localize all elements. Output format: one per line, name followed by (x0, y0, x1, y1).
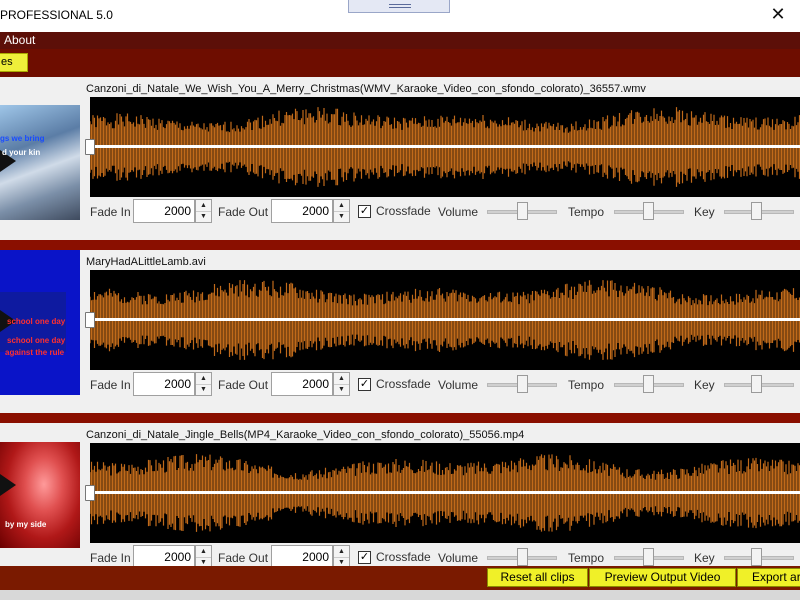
window-title: PROFESSIONAL 5.0 (0, 8, 113, 22)
key-slider-thumb[interactable] (751, 548, 762, 566)
key-label: Key (694, 551, 715, 565)
thumb-lyric: school one day (7, 336, 66, 345)
fade-in-stepper[interactable]: ▲ ▼ (195, 545, 212, 566)
volume-slider-thumb[interactable] (517, 548, 528, 566)
crossfade-label: Crossfade (376, 377, 431, 391)
tempo-label: Tempo (568, 205, 605, 219)
thumb-lyric: school one day (7, 317, 66, 326)
reset-all-clips-button[interactable]: Reset all clips (487, 568, 588, 587)
crossfade-checkbox[interactable]: ✓ (358, 551, 371, 564)
waveform[interactable] (90, 97, 800, 197)
stepper-down-icon[interactable]: ▼ (334, 557, 349, 566)
fade-out-stepper[interactable]: ▲ ▼ (333, 545, 350, 566)
fade-out-label: Fade Out (218, 551, 269, 565)
fade-out-input[interactable]: 2000 (271, 199, 333, 223)
stepper-down-icon[interactable]: ▼ (334, 384, 349, 395)
fade-out-stepper[interactable]: ▲ ▼ (333, 372, 350, 396)
status-strip (0, 590, 800, 600)
key-slider-thumb[interactable] (751, 202, 762, 220)
crossfade-label: Crossfade (376, 204, 431, 218)
stepper-down-icon[interactable]: ▼ (196, 557, 211, 566)
crossfade-checkbox[interactable]: ✓ (358, 205, 371, 218)
clip-filename: Canzoni_di_Natale_We_Wish_You_A_Merry_Ch… (86, 83, 646, 95)
waveform[interactable] (90, 443, 800, 543)
tempo-label: Tempo (568, 551, 605, 565)
title-bar: PROFESSIONAL 5.0 ✕ (0, 0, 800, 32)
playhead-handle[interactable] (85, 485, 95, 501)
tempo-label: Tempo (568, 378, 605, 392)
clip-thumbnail[interactable]: school one day school one day against th… (0, 250, 80, 395)
thumb-lyric: against the rule (5, 348, 65, 357)
playhead-handle[interactable] (85, 139, 95, 155)
drag-handle[interactable] (348, 0, 450, 13)
close-icon[interactable]: ✕ (768, 4, 788, 24)
fade-in-stepper[interactable]: ▲ ▼ (195, 199, 212, 223)
crossfade-label: Crossfade (376, 550, 431, 564)
stepper-down-icon[interactable]: ▼ (196, 211, 211, 222)
waveform-graphic (90, 107, 800, 187)
tempo-slider-thumb[interactable] (643, 548, 654, 566)
clip-item: Canzoni_di_Natale_We_Wish_You_A_Merry_Ch… (0, 77, 800, 240)
key-label: Key (694, 378, 715, 392)
menu-item-about[interactable]: About (4, 33, 35, 47)
fade-out-input[interactable]: 2000 (271, 372, 333, 396)
menu-bar: About (0, 32, 800, 49)
thumb-lyric: gs we bring (0, 134, 45, 143)
stepper-down-icon[interactable]: ▼ (196, 384, 211, 395)
playhead-handle[interactable] (85, 312, 95, 328)
key-label: Key (694, 205, 715, 219)
fade-out-label: Fade Out (218, 205, 269, 219)
waveform-graphic (90, 280, 800, 360)
clip-divider (0, 240, 800, 250)
fade-out-label: Fade Out (218, 378, 269, 392)
volume-label: Volume (438, 378, 479, 392)
thumb-lyric: by my side (5, 520, 47, 529)
fade-out-stepper[interactable]: ▲ ▼ (333, 199, 350, 223)
clip-thumbnail[interactable]: by my side (0, 442, 80, 548)
fade-in-label: Fade In (90, 551, 131, 565)
clip-divider (0, 413, 800, 423)
clip-filename: Canzoni_di_Natale_Jingle_Bells(MP4_Karao… (86, 429, 525, 441)
volume-label: Volume (438, 551, 479, 565)
volume-slider-thumb[interactable] (517, 202, 528, 220)
volume-label: Volume (438, 205, 479, 219)
toolbar-button[interactable]: es (0, 53, 28, 72)
play-icon (0, 474, 16, 496)
preview-output-video-button[interactable]: Preview Output Video (589, 568, 736, 587)
waveform-graphic (90, 454, 800, 532)
volume-slider-thumb[interactable] (517, 375, 528, 393)
fade-in-input[interactable]: 2000 (133, 372, 195, 396)
clip-item: MaryHadALittleLamb.avi school one day sc… (0, 250, 800, 413)
key-slider-thumb[interactable] (751, 375, 762, 393)
toolbar: es (0, 49, 800, 77)
action-bar: Reset all clips Preview Output Video Exp… (0, 566, 800, 590)
thumb-lyric: d your kin (2, 148, 41, 157)
fade-out-input[interactable]: 2000 (271, 545, 333, 566)
waveform[interactable] (90, 270, 800, 370)
fade-in-stepper[interactable]: ▲ ▼ (195, 372, 212, 396)
clip-item: Canzoni_di_Natale_Jingle_Bells(MP4_Karao… (0, 423, 800, 566)
fade-in-input[interactable]: 2000 (133, 199, 195, 223)
export-button[interactable]: Export ar (737, 568, 800, 587)
crossfade-checkbox[interactable]: ✓ (358, 378, 371, 391)
clip-list[interactable]: Canzoni_di_Natale_We_Wish_You_A_Merry_Ch… (0, 77, 800, 566)
tempo-slider-thumb[interactable] (643, 375, 654, 393)
fade-in-label: Fade In (90, 205, 131, 219)
fade-in-label: Fade In (90, 378, 131, 392)
fade-in-input[interactable]: 2000 (133, 545, 195, 566)
stepper-down-icon[interactable]: ▼ (334, 211, 349, 222)
clip-filename: MaryHadALittleLamb.avi (86, 256, 206, 268)
clip-thumbnail[interactable]: gs we bring d your kin (0, 105, 80, 220)
tempo-slider-thumb[interactable] (643, 202, 654, 220)
